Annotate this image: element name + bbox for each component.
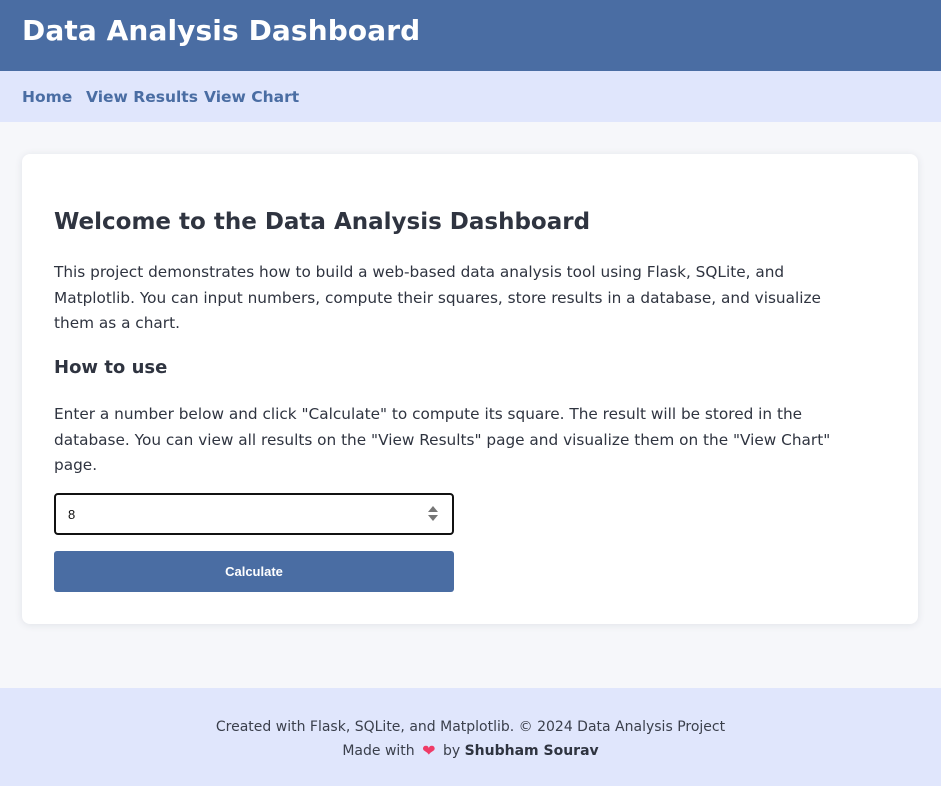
app-title: Data Analysis Dashboard xyxy=(22,14,421,47)
calculate-button[interactable]: Calculate xyxy=(54,551,454,592)
spinner-down-icon[interactable] xyxy=(428,515,438,521)
footer-made-with: Made with ❤ by Shubham Sourav xyxy=(0,741,941,760)
top-header: Data Analysis Dashboard xyxy=(0,0,941,71)
nav-link-view-chart[interactable]: View Chart xyxy=(204,88,299,106)
instructions-paragraph: Enter a number below and click "Calculat… xyxy=(54,405,831,474)
by-text: by xyxy=(442,743,461,759)
made-with-text: Made with xyxy=(342,743,415,759)
footer-credits: Created with Flask, SQLite, and Matplotl… xyxy=(215,719,726,735)
footer: Created with Flask, SQLite, and Matplotl… xyxy=(0,688,941,786)
how-to-use-heading: How to use xyxy=(54,357,168,378)
nav-link-view-results[interactable]: View Results xyxy=(86,88,198,106)
number-spinner[interactable] xyxy=(428,506,438,522)
nav-bar: Home View Results View Chart xyxy=(0,71,941,122)
nav-link-home[interactable]: Home xyxy=(22,88,72,106)
content-card: Welcome to the Data Analysis Dashboard T… xyxy=(22,154,918,624)
intro-paragraph: This project demonstrates how to build a… xyxy=(54,263,821,332)
heart-icon: ❤ xyxy=(422,741,436,760)
author-name: Shubham Sourav xyxy=(464,743,599,759)
page-heading: Welcome to the Data Analysis Dashboard xyxy=(54,209,591,235)
number-input[interactable] xyxy=(68,495,408,533)
number-input-wrapper xyxy=(54,493,454,535)
spinner-up-icon[interactable] xyxy=(428,506,438,512)
